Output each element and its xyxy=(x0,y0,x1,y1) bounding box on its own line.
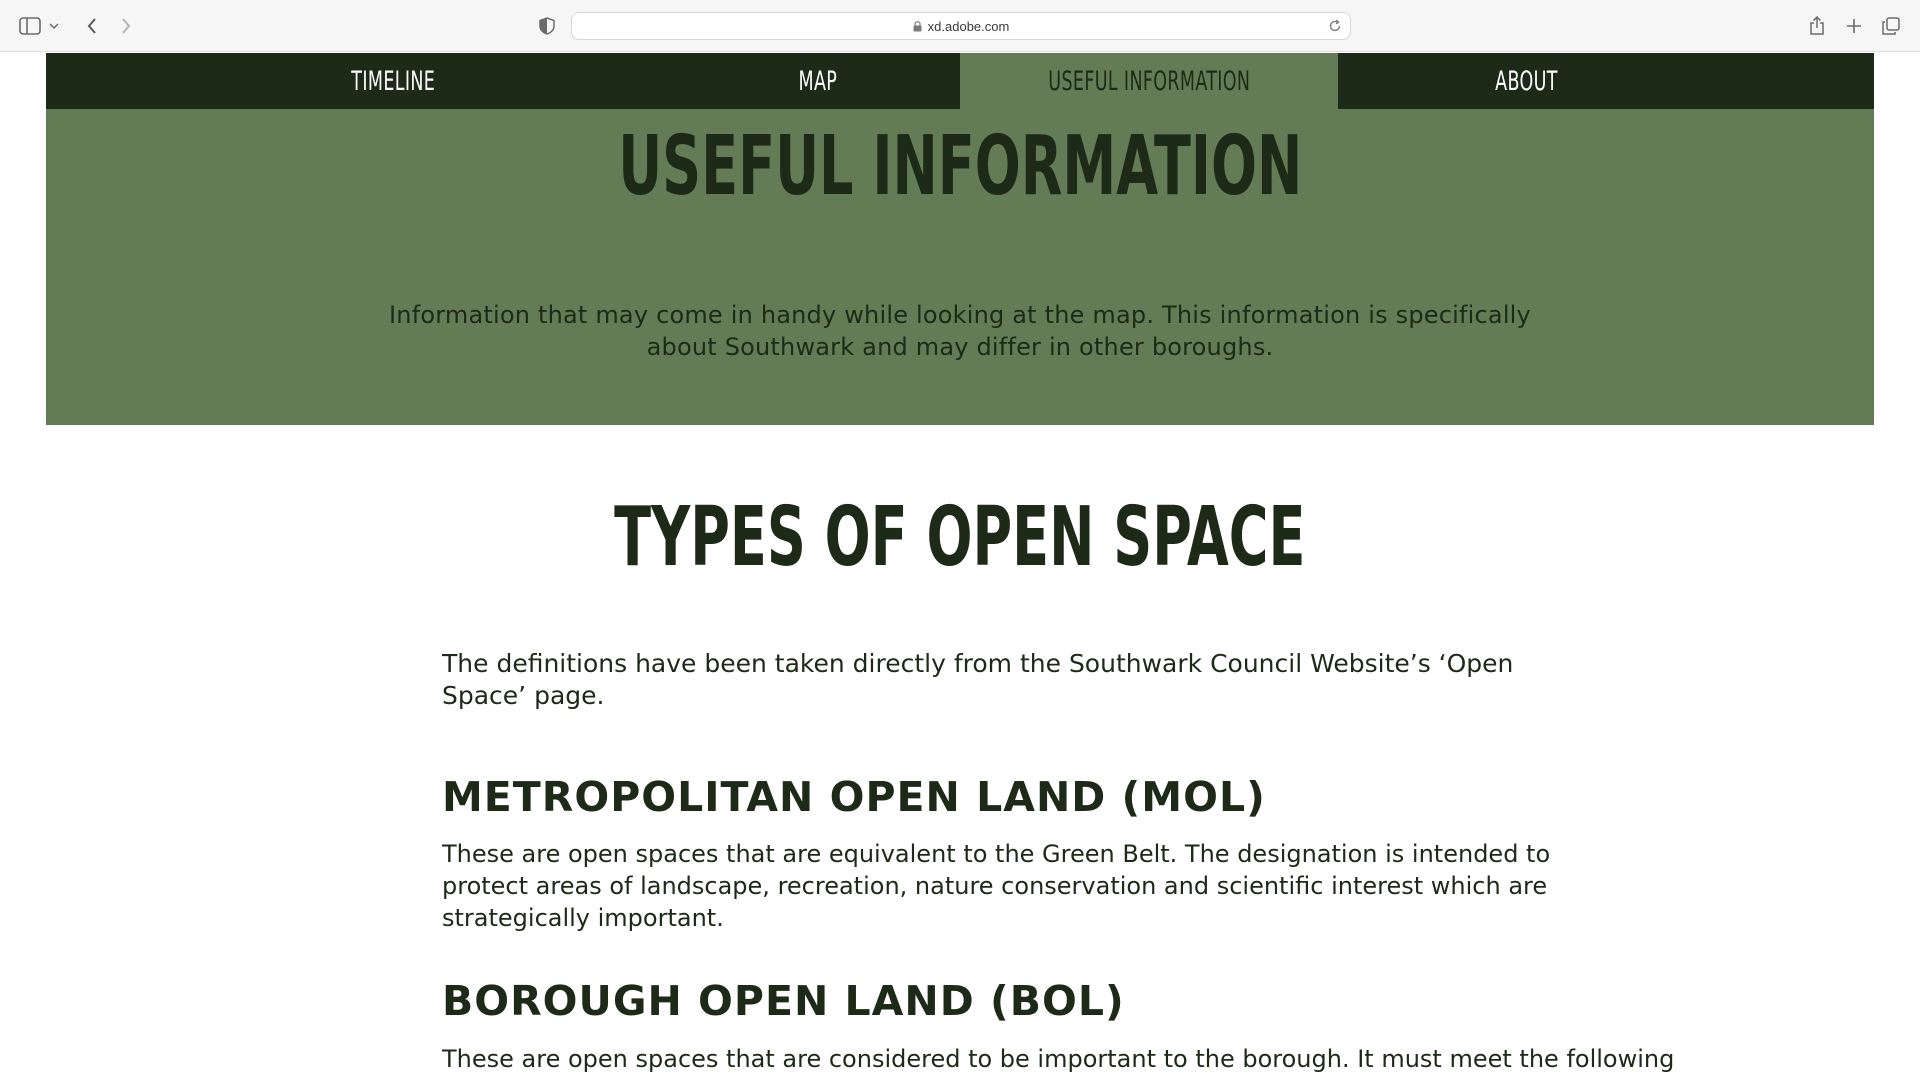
share-icon xyxy=(1810,16,1824,35)
address-bar[interactable]: xd.adobe.com xyxy=(571,12,1351,40)
new-tab-button[interactable] xyxy=(1840,12,1868,40)
nav-item-label: ABOUT xyxy=(1495,65,1559,97)
sidebar-menu-button[interactable] xyxy=(46,12,62,40)
definition-heading-bol: BOROUGH OPEN LAND (BOL) xyxy=(442,977,1125,1025)
page-title: USEFUL INFORMATION xyxy=(617,119,1303,214)
definition-heading-mol: METROPOLITAN OPEN LAND (MOL) xyxy=(442,773,1266,821)
privacy-report-button[interactable] xyxy=(533,12,561,40)
main-nav: TIMELINE MAP USEFUL INFORMATION ABOUT xyxy=(46,53,1874,109)
nav-item-map[interactable]: MAP xyxy=(770,53,866,109)
section-title: TYPES OF OPEN SPACE xyxy=(614,490,1306,585)
chevron-left-icon xyxy=(87,18,96,34)
back-button[interactable] xyxy=(78,12,106,40)
definition-body-bol: These are open spaces that are considere… xyxy=(442,1045,1675,1073)
lock-icon xyxy=(913,20,922,31)
nav-item-label: MAP xyxy=(798,65,838,97)
intro-text: The definitions have been taken directly… xyxy=(442,649,1514,710)
nav-item-label: TIMELINE xyxy=(351,65,435,97)
chevron-down-icon xyxy=(49,23,59,30)
tab-overview-button[interactable] xyxy=(1877,12,1905,40)
tabs-icon xyxy=(1882,17,1900,35)
shield-icon xyxy=(539,17,555,35)
definition-body-mol: These are open spaces that are equivalen… xyxy=(442,840,1551,932)
share-button[interactable] xyxy=(1803,12,1831,40)
forward-button[interactable] xyxy=(112,12,140,40)
hero-banner: USEFUL INFORMATION Information that may … xyxy=(46,109,1874,425)
sidebar-toggle-button[interactable] xyxy=(16,12,44,40)
nav-item-timeline[interactable]: TIMELINE xyxy=(46,53,740,109)
chevron-right-icon xyxy=(122,18,131,34)
nav-item-label: USEFUL INFORMATION xyxy=(1047,65,1251,97)
site-container: TIMELINE MAP USEFUL INFORMATION ABOUT US… xyxy=(46,53,1874,425)
reload-icon[interactable] xyxy=(1328,19,1342,33)
nav-item-about[interactable]: ABOUT xyxy=(1338,53,1716,109)
hero-description: Information that may come in handy while… xyxy=(389,301,1531,361)
sidebar-icon xyxy=(19,17,41,35)
plus-icon xyxy=(1847,19,1861,33)
url-text: xd.adobe.com xyxy=(927,18,1010,34)
browser-toolbar: xd.adobe.com xyxy=(0,0,1920,52)
nav-item-useful-information[interactable]: USEFUL INFORMATION xyxy=(960,53,1338,109)
